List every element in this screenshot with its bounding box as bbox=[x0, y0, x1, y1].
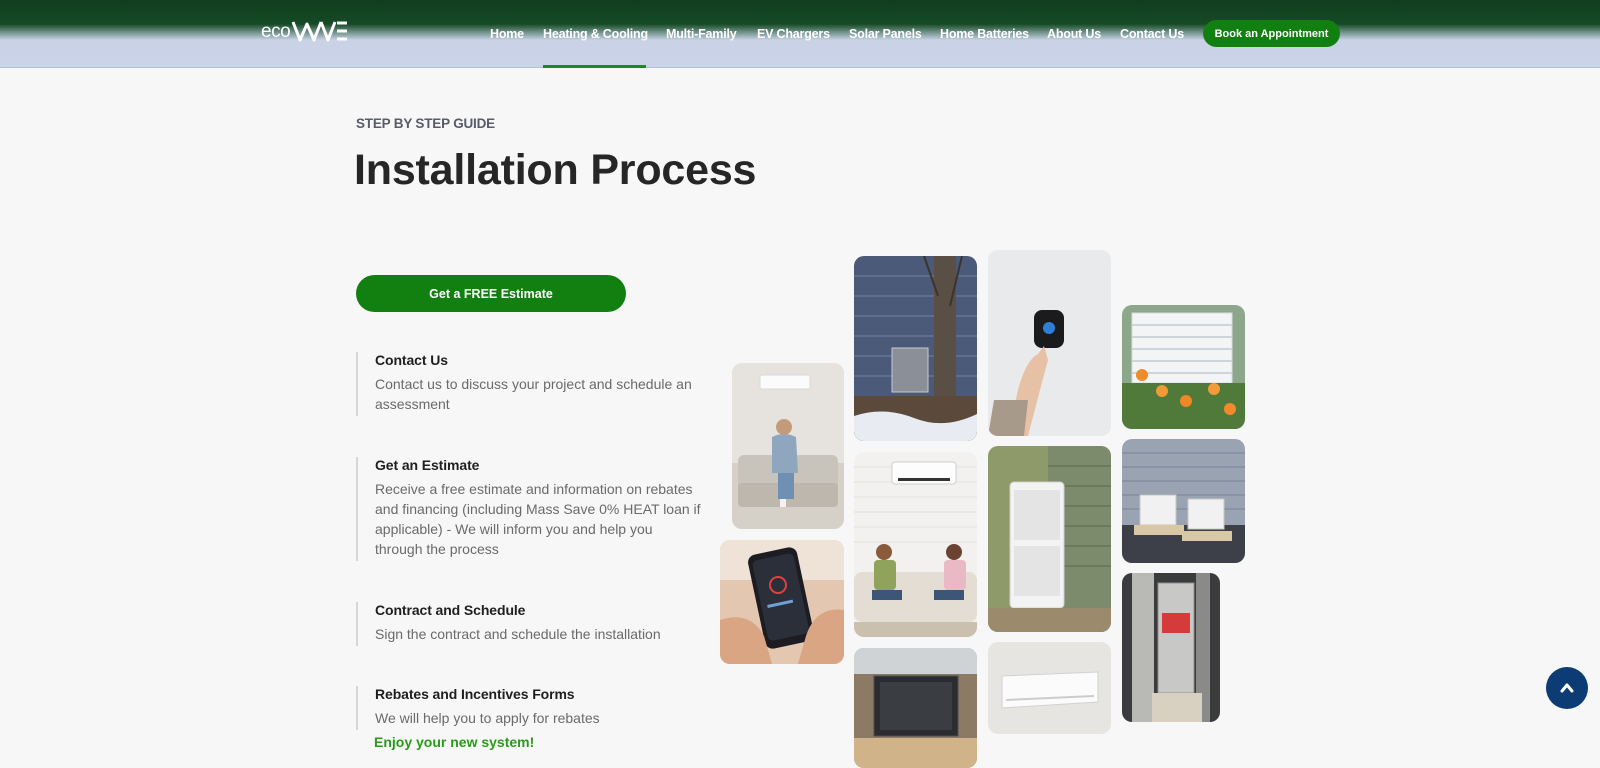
brand-prefix: eco bbox=[261, 21, 291, 42]
page-title: Installation Process bbox=[354, 146, 757, 194]
family-with-wall-unit-photo bbox=[854, 452, 977, 637]
closing-message: Enjoy your new system! bbox=[374, 734, 535, 750]
step-rebates-forms: Rebates and Incentives Forms We will hel… bbox=[356, 686, 701, 730]
two-outdoor-units-photo bbox=[1122, 439, 1245, 563]
wave-logo-icon bbox=[291, 21, 348, 42]
outdoor-heat-pump-units-photo bbox=[988, 446, 1111, 632]
step-title: Contact Us bbox=[375, 352, 448, 368]
scroll-to-top-button[interactable] bbox=[1546, 667, 1588, 709]
book-appointment-button[interactable]: Book an Appointment bbox=[1203, 20, 1340, 47]
nav-home[interactable]: Home bbox=[490, 27, 524, 41]
step-description: We will help you to apply for rebates bbox=[375, 710, 600, 726]
nav-contact-us[interactable]: Contact Us bbox=[1120, 27, 1184, 41]
step-title: Contract and Schedule bbox=[375, 602, 526, 618]
step-contact-us: Contact Us Contact us to discuss your pr… bbox=[356, 352, 701, 416]
nav-about-us[interactable]: About Us bbox=[1047, 27, 1101, 41]
chevron-up-icon bbox=[1560, 683, 1574, 693]
step-description: Contact us to discuss your project and s… bbox=[375, 376, 692, 412]
nav-active-indicator bbox=[543, 65, 646, 68]
air-handler-install-photo bbox=[854, 648, 977, 768]
step-title: Rebates and Incentives Forms bbox=[375, 686, 575, 702]
step-get-estimate: Get an Estimate Receive a free estimate … bbox=[356, 457, 701, 561]
site-header: eco Home Heating & Cooling Multi-Family … bbox=[0, 0, 1600, 68]
nav-multi-family[interactable]: Multi-Family bbox=[666, 27, 737, 41]
step-contract-schedule: Contract and Schedule Sign the contract … bbox=[356, 602, 701, 646]
outdoor-condenser-in-snow-photo bbox=[854, 256, 977, 441]
nav-ev-chargers[interactable]: EV Chargers bbox=[757, 27, 830, 41]
white-wall-unit-photo bbox=[988, 642, 1111, 734]
hand-on-thermostat-photo bbox=[988, 250, 1111, 436]
basement-air-handler-photo bbox=[1122, 573, 1220, 722]
step-title: Get an Estimate bbox=[375, 457, 480, 473]
section-eyebrow: STEP BY STEP GUIDE bbox=[356, 116, 495, 131]
phone-thermostat-app-photo bbox=[720, 540, 844, 664]
woman-on-sofa-with-mini-split-photo bbox=[732, 363, 844, 529]
brand-logo[interactable]: eco bbox=[261, 20, 349, 42]
nav-solar-panels[interactable]: Solar Panels bbox=[849, 27, 922, 41]
nav-heating-cooling[interactable]: Heating & Cooling bbox=[543, 27, 648, 41]
nav-home-batteries[interactable]: Home Batteries bbox=[940, 27, 1029, 41]
free-estimate-button[interactable]: Get a FREE Estimate bbox=[356, 275, 626, 312]
outdoor-unit-with-flowers-photo bbox=[1122, 305, 1245, 429]
step-description: Receive a free estimate and information … bbox=[375, 481, 701, 557]
step-description: Sign the contract and schedule the insta… bbox=[375, 626, 661, 642]
